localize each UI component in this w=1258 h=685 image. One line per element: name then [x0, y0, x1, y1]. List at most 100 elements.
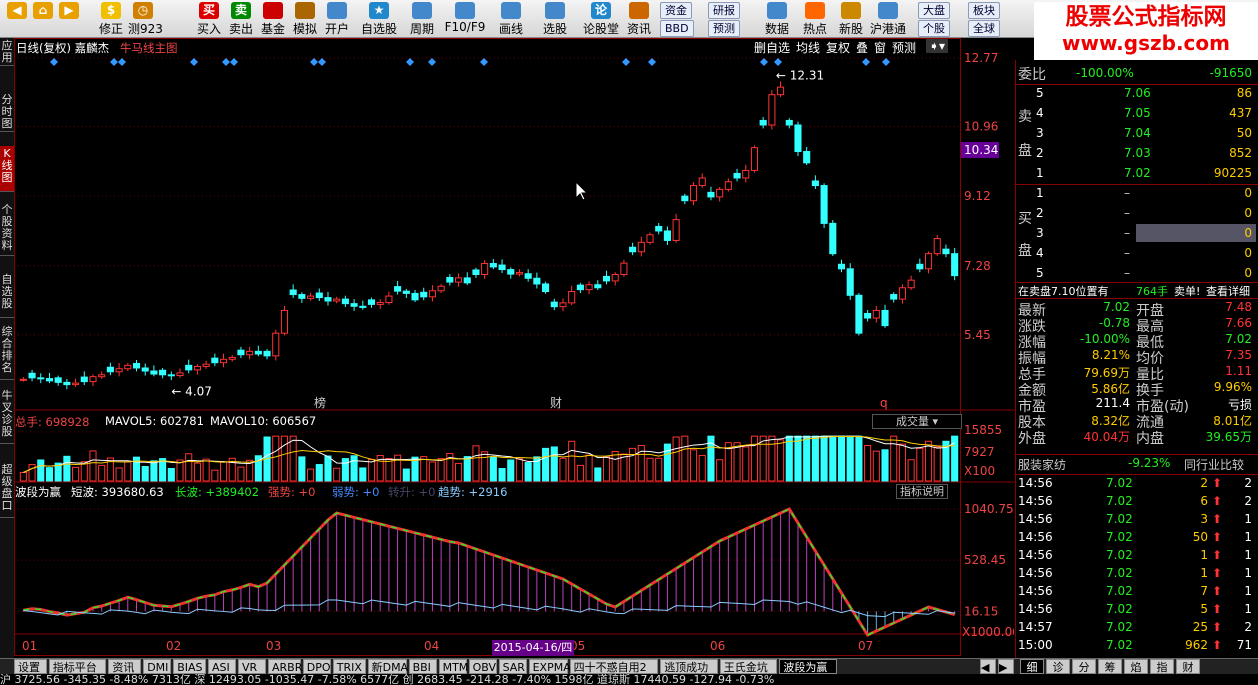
toolbar-button-16[interactable]: 资讯	[622, 0, 656, 38]
toolbar-small-button-3[interactable]: 预测	[708, 20, 740, 37]
tab-scroll-left-icon[interactable]: ◀	[980, 659, 996, 674]
sidebar-item-3[interactable]: 个股资料	[0, 202, 14, 256]
toolbar-button-2[interactable]: ▶	[56, 0, 82, 38]
toolbar-small-button-0[interactable]: 资金	[660, 2, 692, 19]
toolbar-button-1[interactable]: ⌂	[32, 0, 54, 38]
quote-tab-6[interactable]: 财	[1176, 659, 1200, 674]
toolbar-small-button-2[interactable]: 研报	[708, 2, 740, 19]
indicator-tab-11[interactable]: BBI	[408, 659, 437, 674]
toolbar-button-12[interactable]: F10/F9	[444, 0, 486, 38]
toolbar-button-18[interactable]: 热点	[798, 0, 832, 38]
toolbar-button-11[interactable]: 周期	[404, 0, 440, 38]
sidebar-item-0[interactable]: 应用	[0, 38, 14, 66]
indicator-tab-17[interactable]: 逃顶成功	[660, 659, 718, 674]
toolbar-button-20[interactable]: 沪港通	[868, 0, 908, 38]
chart-menu-arrow-icon[interactable]: ➧▾	[926, 39, 949, 53]
industry-compare-button[interactable]: 同行业比较	[1184, 456, 1244, 473]
price-tick-label: 9.12	[964, 189, 991, 203]
signal-diamond-icon	[318, 58, 326, 66]
volume-bar	[341, 458, 349, 482]
indicator-help-button[interactable]: 指标说明	[896, 484, 948, 499]
volume-bar	[820, 435, 828, 482]
toolbar-button-6[interactable]: 卖卖出	[226, 0, 256, 38]
toolbar-button-10[interactable]: ★ 自选股	[358, 0, 400, 38]
quote-tab-1[interactable]: 诊	[1046, 659, 1070, 674]
sidebar-item-6[interactable]: 牛叉诊股	[0, 388, 14, 444]
sidebar-item-1[interactable]: 分时图	[0, 92, 14, 132]
chart-menu-item-5[interactable]: 预测	[892, 39, 916, 56]
indicator-tab-12[interactable]: MTM	[438, 659, 468, 674]
candle-body	[193, 365, 201, 371]
sidebar-item-2[interactable]: K线图	[0, 146, 14, 192]
indicator-tab-1[interactable]: 指标平台	[48, 659, 107, 674]
toolbar-button-8[interactable]: 模拟	[290, 0, 320, 38]
volume-bar	[924, 440, 933, 482]
buy-price: –	[1124, 266, 1130, 280]
candle-body	[855, 294, 863, 334]
toolbar-small-button-5[interactable]: 个股	[918, 20, 950, 37]
candle-body	[785, 119, 793, 126]
quote-tab-2[interactable]: 分	[1072, 659, 1096, 674]
sidebar-item-7[interactable]: 超级盘口	[0, 462, 14, 518]
indicator-tab-4[interactable]: BIAS	[173, 659, 206, 674]
indicator-tab-2[interactable]: 资讯	[108, 659, 142, 674]
toolbar-button-13[interactable]: 画线	[494, 0, 528, 38]
toolbar-button-4[interactable]: ◷ 测923	[128, 0, 163, 38]
indicator-tab-14[interactable]: SAR	[498, 659, 527, 674]
quote-tab-0[interactable]: 细	[1020, 659, 1044, 674]
chart-menu-item-0[interactable]: 删自选	[754, 39, 790, 56]
sidebar-item-5[interactable]: 综合排名	[0, 324, 14, 380]
toolbar-button-0[interactable]: ◀	[4, 0, 30, 38]
chart-menu-item-1[interactable]: 均线	[796, 39, 820, 56]
candle-body	[498, 264, 506, 271]
view-detail-link[interactable]: 查看详细	[1206, 283, 1250, 299]
toolbar-button-15[interactable]: 论论股堂	[582, 0, 620, 38]
toolbar-small-button-6[interactable]: 板块	[968, 2, 1000, 19]
quote-tab-4[interactable]: 焰	[1124, 659, 1148, 674]
sidebar-item-4[interactable]: 自选股	[0, 272, 14, 318]
indicator-tab-3[interactable]: DMI	[143, 659, 172, 674]
toolbar-button-9[interactable]: 开户	[322, 0, 352, 38]
indicator-tab-7[interactable]: ARBR	[268, 659, 302, 674]
quote-tab-5[interactable]: 指	[1150, 659, 1174, 674]
toolbar-small-button-1[interactable]: BBD	[660, 20, 694, 37]
toolbar-button-7[interactable]: 基金	[258, 0, 288, 38]
toolbar-button-17[interactable]: 数据	[760, 0, 794, 38]
indicator-tab-9[interactable]: TRIX	[332, 659, 366, 674]
indicator-tab-10[interactable]: 新DMA	[367, 659, 408, 674]
buy-level: 3	[1036, 226, 1044, 240]
indicator-tab-13[interactable]: OBV	[468, 659, 497, 674]
tick-volume: 3	[1200, 512, 1208, 526]
indicator-tab-15[interactable]: EXPMA	[528, 659, 571, 674]
signal-diamond-icon	[118, 58, 126, 66]
toolbar-button-label: 新股	[838, 22, 863, 36]
indicator-tab-5[interactable]: ASI	[208, 659, 236, 674]
chart-menu-item-3[interactable]: 叠	[856, 39, 868, 56]
volume-bar	[716, 459, 724, 482]
indicator-tab-6[interactable]: VR	[238, 659, 266, 674]
quote-tab-3[interactable]: 筹	[1098, 659, 1122, 674]
volume-bar	[916, 447, 924, 482]
indicator-tab-16[interactable]: 四十不惑自用2	[569, 659, 659, 674]
indicator-tab-19[interactable]: 波段为赢	[779, 659, 837, 674]
chart-menu-item-4[interactable]: 窗	[874, 39, 886, 56]
tick-time: 14:56	[1018, 584, 1053, 598]
toolbar-button-3[interactable]: $ 修正	[96, 0, 126, 38]
up-arrow-icon: ⬆	[1211, 584, 1222, 598]
indicator-tab-8[interactable]: DPO	[302, 659, 331, 674]
toolbar-small-button-4[interactable]: 大盘	[918, 2, 950, 19]
chart-menu-item-2[interactable]: 复权	[826, 39, 850, 56]
candle-body	[707, 191, 715, 198]
buy-title-1: 买	[1018, 211, 1032, 227]
tab-scroll-right-icon[interactable]: ▶	[998, 659, 1014, 674]
toolbar-button-label: 修正	[98, 22, 123, 36]
indicator-tab-0[interactable]: 设置	[14, 659, 47, 674]
toolbar-button-label: 模拟	[292, 22, 317, 36]
toolbar-button-14[interactable]: 选股	[538, 0, 572, 38]
toolbar-button-19[interactable]: 新股	[834, 0, 868, 38]
volume-dropdown[interactable]: 成交量 ▾	[872, 414, 962, 429]
kline-chart-area[interactable]: 12.77 10.96 9.12 7.28 5.45 10.34 ← 12.31 ← 4.07…	[14, 38, 1020, 658]
toolbar-button-5[interactable]: 买买入	[194, 0, 224, 38]
toolbar-small-button-7[interactable]: 全球	[968, 20, 1000, 37]
indicator-tab-18[interactable]: 王氏金坑	[719, 659, 778, 674]
